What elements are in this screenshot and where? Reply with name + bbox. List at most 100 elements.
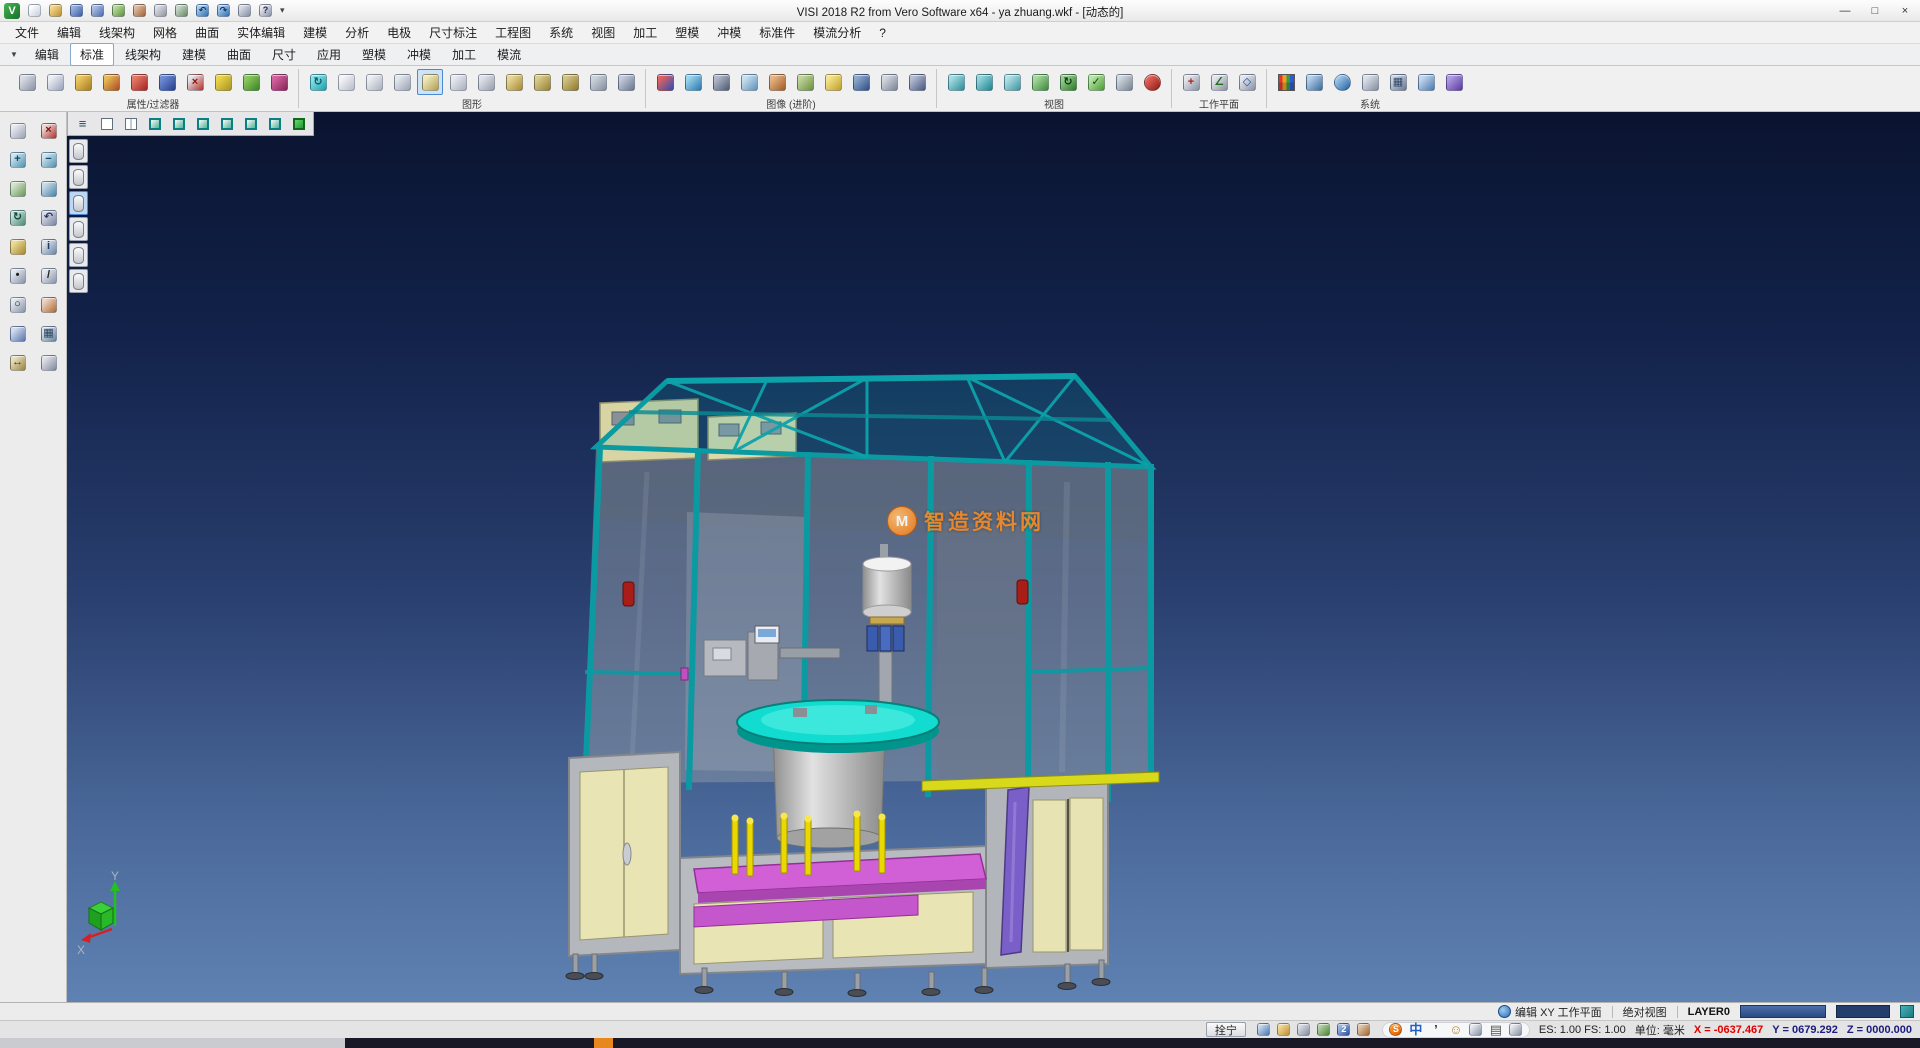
calculator-icon[interactable] (1357, 69, 1383, 95)
options-quick-icon[interactable] (235, 1, 254, 20)
body-filter-icon[interactable] (557, 69, 583, 95)
menu-item-15[interactable]: 塑模 (666, 21, 708, 44)
network-globe-icon[interactable] (1329, 69, 1355, 95)
screen-capture-icon[interactable] (1255, 1022, 1273, 1038)
tab-1[interactable]: 编辑 (25, 43, 69, 66)
shaded-display-icon[interactable] (389, 69, 415, 95)
print-preview-icon[interactable] (42, 69, 68, 95)
layer-slot-5-icon[interactable] (69, 243, 88, 267)
top-view-icon[interactable] (167, 114, 190, 134)
view-mode-label[interactable]: 绝对视图 (1623, 1004, 1667, 1020)
zoom-previous-icon[interactable] (999, 69, 1025, 95)
print-icon[interactable] (14, 69, 40, 95)
zoom-out-icon[interactable]: − (35, 147, 62, 172)
layer-slot-6-icon[interactable] (69, 269, 88, 293)
compare-files-icon[interactable] (1315, 1022, 1333, 1038)
background-settings-icon[interactable] (848, 69, 874, 95)
taskbar-app-indicator[interactable] (594, 1038, 613, 1048)
help-quick-icon[interactable]: ? (256, 1, 275, 20)
shaded-edges-display-icon[interactable] (417, 69, 443, 95)
back-view-icon[interactable] (263, 114, 286, 134)
assembly-tree-icon[interactable] (529, 69, 555, 95)
color-palette-icon[interactable] (1273, 69, 1299, 95)
menu-item-9[interactable]: 电极 (378, 21, 420, 44)
menu-item-13[interactable]: 视图 (582, 21, 624, 44)
pen-input-icon[interactable] (1355, 1022, 1373, 1038)
maximize-button[interactable]: □ (1860, 0, 1890, 21)
import-icon[interactable] (109, 1, 128, 20)
tab-6[interactable]: 尺寸 (262, 43, 306, 66)
shadow-toggle-icon[interactable] (708, 69, 734, 95)
right-view-icon[interactable] (215, 114, 238, 134)
cut-entities-icon[interactable] (126, 69, 152, 95)
reflection-toggle-icon[interactable] (736, 69, 762, 95)
left-view-icon[interactable] (239, 114, 262, 134)
options-icon[interactable] (35, 350, 62, 375)
shaded-mode-icon[interactable] (95, 114, 118, 134)
render-mode-icon[interactable] (680, 69, 706, 95)
pan-view-icon[interactable] (4, 176, 31, 201)
snap-toggle-button[interactable]: 拴宁 (1206, 1022, 1246, 1037)
status-corner-icon[interactable] (1900, 1005, 1914, 1018)
rotate-view-icon[interactable]: ↻ (4, 205, 31, 230)
menu-item-4[interactable]: 网格 (144, 21, 186, 44)
stereo-view-icon[interactable] (652, 69, 678, 95)
undo-icon[interactable]: ↶ (193, 1, 212, 20)
menu-item-8[interactable]: 分析 (336, 21, 378, 44)
transparent-display-icon[interactable] (445, 69, 471, 95)
workplane-xy-icon[interactable]: + (1178, 69, 1204, 95)
redraw-icon[interactable]: ↻ (305, 69, 331, 95)
quick-access-dropdown-icon[interactable]: ▾ (275, 5, 290, 16)
system-settings-icon[interactable] (1295, 1022, 1313, 1038)
input-mode-icon[interactable]: 中 (1407, 1022, 1425, 1038)
paste-attributes-icon[interactable] (98, 69, 124, 95)
tab-3[interactable]: 线架构 (115, 43, 171, 66)
new-document-icon[interactable] (25, 1, 44, 20)
grid-settings-icon[interactable]: ▦ (1385, 69, 1411, 95)
menu-item-12[interactable]: 系统 (540, 21, 582, 44)
menu-item-3[interactable]: 线架构 (90, 21, 144, 44)
entity-statistics-icon[interactable] (613, 69, 639, 95)
layer-slot-3-icon[interactable] (69, 191, 88, 215)
workplane-free-icon[interactable]: ◇ (1234, 69, 1260, 95)
view-sphere-icon[interactable] (1139, 69, 1165, 95)
voice-input-icon[interactable] (1467, 1022, 1485, 1038)
view-accept-icon[interactable]: ✓ (1083, 69, 1109, 95)
layer-slot-1-icon[interactable] (69, 139, 88, 163)
print-quick-icon[interactable] (151, 1, 170, 20)
split-view-icon[interactable] (119, 114, 142, 134)
layer-slot-2-icon[interactable] (69, 165, 88, 189)
delete-icon[interactable]: × (35, 118, 62, 143)
cad-plane-icon[interactable] (1441, 69, 1467, 95)
save-all-icon[interactable] (88, 1, 107, 20)
texture-toggle-icon[interactable] (792, 69, 818, 95)
redo-icon[interactable]: ↷ (214, 1, 233, 20)
layer-slot-4-icon[interactable] (69, 217, 88, 241)
point-tool-icon[interactable]: • (4, 263, 31, 288)
shaded-iso-view-icon[interactable] (287, 114, 310, 134)
zoom-window-icon[interactable] (943, 69, 969, 95)
workplane-align-icon[interactable]: ∠ (1206, 69, 1232, 95)
active-layer-label[interactable]: LAYER0 (1688, 1006, 1730, 1018)
single-view-icon[interactable] (1111, 69, 1137, 95)
tab-9[interactable]: 冲模 (397, 43, 441, 66)
symbol-input-icon[interactable]: ’ (1427, 1022, 1445, 1038)
soft-keyboard-icon[interactable]: ▤ (1487, 1022, 1505, 1038)
menu-item-19[interactable]: ? (870, 23, 895, 43)
material-editor-icon[interactable] (764, 69, 790, 95)
minimize-button[interactable]: — (1830, 0, 1860, 21)
tab-4[interactable]: 建模 (172, 43, 216, 66)
copy-entities-icon[interactable] (154, 69, 180, 95)
light-settings-icon[interactable] (820, 69, 846, 95)
tab-8[interactable]: 塑模 (352, 43, 396, 66)
windows-taskbar-edge[interactable] (0, 1038, 1920, 1048)
select-icon[interactable] (4, 118, 31, 143)
viewport-3d[interactable]: ≡ M 智造资料网 Y X (67, 112, 1920, 1002)
menu-item-7[interactable]: 建模 (294, 21, 336, 44)
trim-tool-icon[interactable] (35, 292, 62, 317)
tab-2[interactable]: 标准 (70, 43, 114, 66)
zoom-extents-icon[interactable] (971, 69, 997, 95)
plot-icon[interactable] (172, 1, 191, 20)
close-button[interactable]: × (1890, 0, 1920, 21)
system-monitor-icon[interactable] (1301, 69, 1327, 95)
